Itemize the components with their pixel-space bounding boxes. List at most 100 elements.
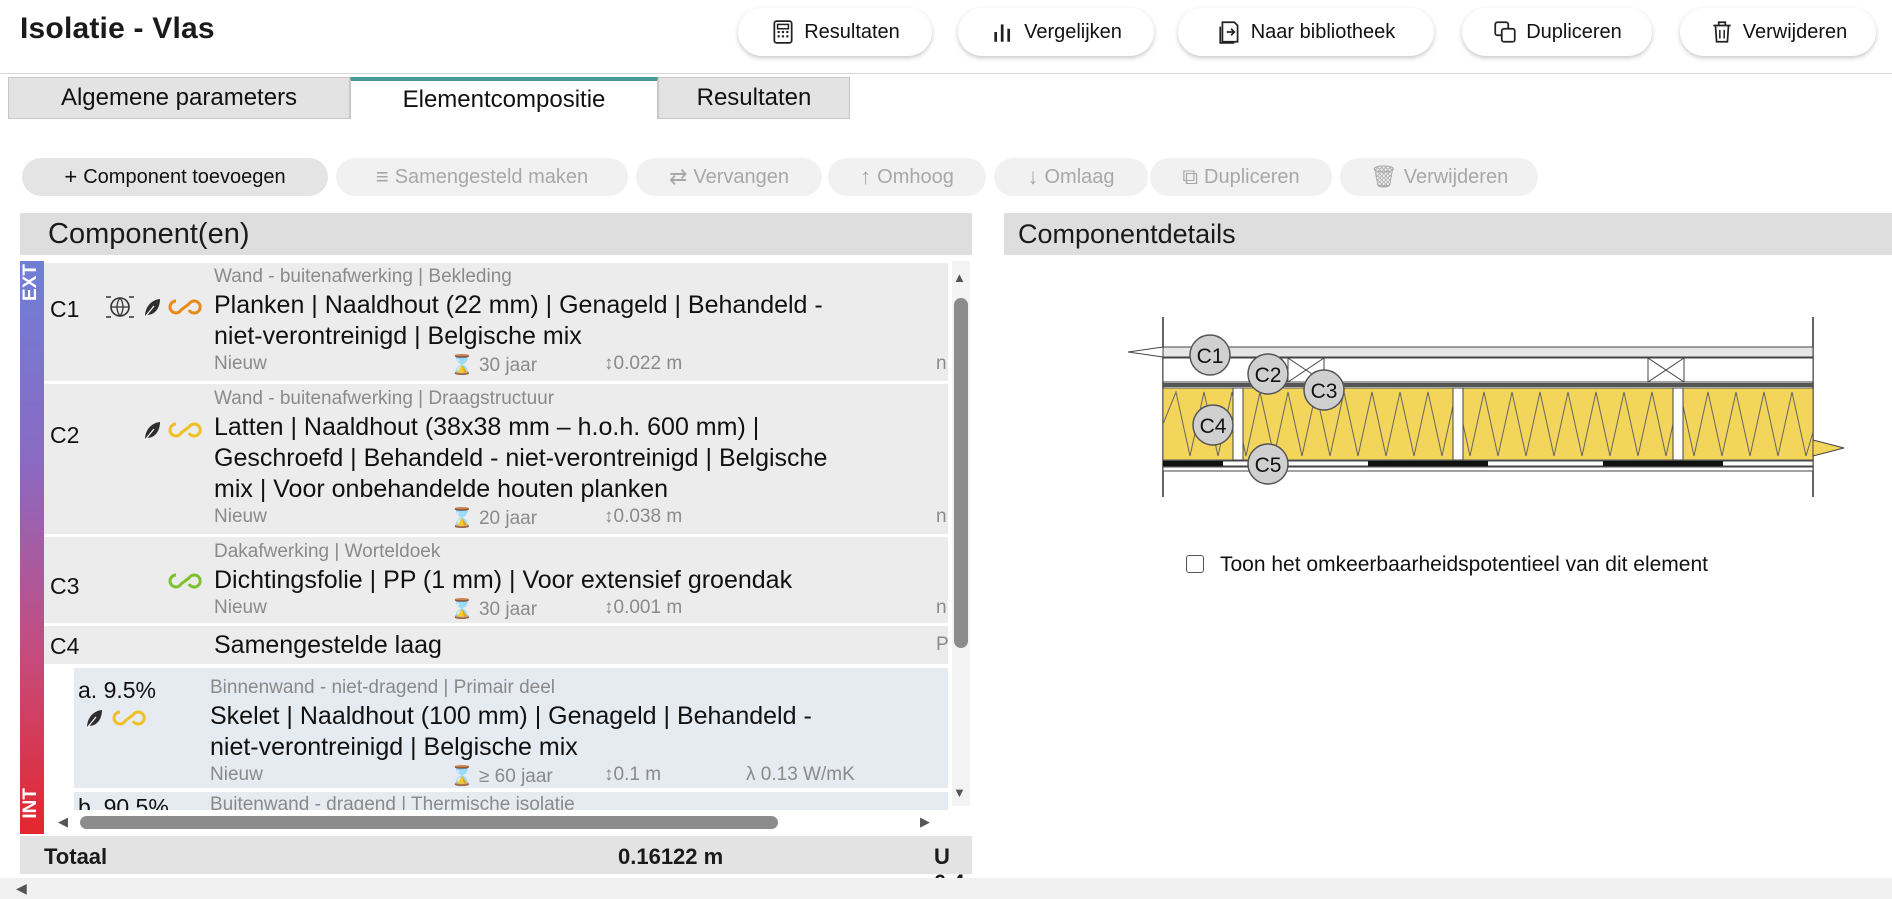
results-button[interactable]: Resultaten (738, 8, 932, 56)
component-name-line3: mix | Voor onbehandelde houten planken (214, 475, 669, 503)
component-name-line1: Latten | Naaldhout (38x38 mm – h.o.h. 60… (214, 413, 760, 441)
arrow-down-icon: ↓ (1027, 164, 1039, 189)
sub-component-row-a[interactable]: a. 9.5% Binnenwand - niet-dragend | Prim… (74, 668, 948, 788)
component-row-c2[interactable]: C2 Wand - buitenafwerking | Draagstructu… (44, 384, 948, 534)
hourglass-icon: ⌛ (450, 355, 474, 376)
sub-component-share: a. 9.5% (78, 677, 156, 703)
component-lifespan: 30 jaar (478, 599, 538, 620)
toolbar-duplicate-label: Dupliceren (1204, 165, 1300, 188)
component-lifespan: ≥ 60 jaar (478, 766, 553, 787)
tab-results[interactable]: Resultaten (658, 77, 850, 119)
circularity-green-icon (168, 573, 202, 589)
scroll-right-icon[interactable]: ▶ (920, 814, 930, 830)
horizontal-scroll-thumb[interactable] (80, 816, 778, 829)
make-composite-button[interactable]: ≡ Samengesteld maken (336, 158, 628, 196)
replace-button[interactable]: ⇄ Vervangen (636, 158, 822, 196)
component-row-c4[interactable]: C4 Samengestelde laag P (44, 626, 949, 664)
clipped-text: n (936, 506, 947, 527)
arrow-up-icon: ↑ (860, 164, 872, 189)
circularity-yellow-icon (168, 422, 202, 438)
component-thickness: 0.001 m (613, 597, 683, 618)
ext-label: EXT (20, 264, 41, 301)
component-status: Nieuw (214, 353, 267, 374)
component-thickness: 0.022 m (613, 353, 683, 374)
component-category: Dakafwerking | Worteldoek (214, 541, 441, 562)
total-label: Totaal (44, 844, 108, 869)
header-duplicate-button[interactable]: Dupliceren (1462, 8, 1652, 56)
header-delete-button[interactable]: Verwijderen (1680, 8, 1876, 56)
thickness-icon: ↕ (604, 597, 614, 618)
component-category: Wand - buitenafwerking | Bekleding (214, 266, 512, 287)
move-up-label: Omhoog (877, 165, 954, 188)
component-name-line2: Geschroefd | Behandeld - niet-verontrein… (214, 444, 828, 472)
header-divider (0, 73, 1892, 74)
component-code: C3 (50, 573, 80, 599)
component-status: Nieuw (214, 506, 267, 527)
thickness-icon: ↕ (604, 353, 614, 374)
leaf-icon (86, 710, 102, 729)
component-code: C2 (50, 422, 80, 448)
scroll-up-icon[interactable]: ▲ (953, 270, 966, 285)
clipped-text: n (936, 353, 947, 374)
reversibility-checkbox-label: Toon het omkeerbaarheidspotentieel van d… (1220, 553, 1708, 576)
components-panel-header: Component(en) (20, 213, 972, 255)
scroll-down-icon[interactable]: ▼ (953, 785, 966, 800)
make-composite-label: Samengesteld maken (394, 165, 589, 188)
tab-general-parameters[interactable]: Algemene parameters (8, 77, 350, 119)
component-name-line1: Planken | Naaldhout (22 mm) | Genageld |… (214, 291, 823, 319)
callout-c4: C4 (1200, 415, 1227, 438)
component-status: Nieuw (214, 597, 267, 618)
component-category: Buitenwand - dragend | Thermische isolat… (210, 794, 575, 810)
replace-label: Vervangen (693, 165, 790, 188)
ext-int-gradient-bar (20, 261, 44, 834)
plus-icon: + (64, 164, 78, 189)
header-delete-label: Verwijderen (1742, 20, 1848, 43)
component-name-line2: niet-verontreinigd | Belgische mix (214, 322, 582, 350)
component-thickness: 0.038 m (613, 506, 683, 527)
thickness-icon: ↕ (604, 506, 614, 527)
toolbar-duplicate-button[interactable]: ⧉ Dupliceren (1150, 158, 1332, 196)
globe-chain-icon (106, 296, 134, 318)
compare-button[interactable]: Vergelijken (958, 8, 1154, 56)
to-library-button[interactable]: Naar bibliotheek (1178, 8, 1434, 56)
component-lifespan: 20 jaar (478, 508, 538, 529)
details-panel-header: Componentdetails (1004, 213, 1892, 255)
circularity-orange-icon (168, 299, 202, 315)
component-row-c3[interactable]: C3 Dakafwerking | Worteldoek Dichtingsfo… (44, 537, 948, 623)
move-down-label: Omlaag (1044, 165, 1115, 188)
vertical-scroll-thumb[interactable] (954, 298, 968, 648)
sub-component-share: b. 90.5% (78, 794, 169, 810)
to-library-button-label: Naar bibliotheek (1250, 20, 1396, 43)
component-code: C1 (50, 296, 80, 322)
page-scroll-left-icon[interactable]: ◀ (16, 880, 27, 897)
move-down-button[interactable]: ↓ Omlaag (994, 158, 1148, 196)
page-horizontal-scrollbar[interactable] (0, 878, 1892, 899)
sub-component-row-b[interactable]: b. 90.5% Buitenwand - dragend | Thermisc… (74, 792, 948, 810)
duplicate-icon: ⧉ (1182, 164, 1199, 189)
bar-chart-icon (994, 24, 1011, 42)
add-component-button[interactable]: + Component toevoegen (22, 158, 328, 196)
component-status: Nieuw (210, 764, 263, 785)
component-name-line1: Skelet | Naaldhout (100 mm) | Genageld |… (210, 702, 812, 730)
component-thickness: 0.1 m (613, 764, 662, 785)
trash-icon: 🗑 (1369, 164, 1398, 189)
component-row-c1[interactable]: C1 Wand - buitenafwerking | Bekleding Pl… (44, 263, 948, 381)
component-code: C4 (50, 633, 80, 659)
swap-icon: ⇄ (668, 164, 688, 189)
duplicate-icon (1494, 21, 1516, 43)
tab-element-composition-label: Elementcompositie (402, 86, 606, 113)
callout-c1: C1 (1197, 345, 1224, 368)
tab-element-composition[interactable]: Elementcompositie (350, 77, 658, 119)
reversibility-checkbox[interactable] (1186, 555, 1204, 573)
thickness-icon: ↕ (604, 764, 614, 785)
callout-c3: C3 (1311, 380, 1338, 403)
total-thickness: 0.16122 m (618, 844, 724, 869)
tab-results-label: Resultaten (696, 84, 812, 111)
move-up-button[interactable]: ↑ Omhoog (828, 158, 986, 196)
library-icon (1219, 21, 1239, 44)
scroll-left-icon[interactable]: ◀ (58, 814, 68, 830)
clipped-text: P (936, 634, 949, 655)
total-row: Totaal 0.16122 m U 0.4 (20, 836, 972, 895)
toolbar-delete-button[interactable]: 🗑 Verwijderen (1340, 158, 1538, 196)
results-button-label: Resultaten (804, 20, 900, 43)
